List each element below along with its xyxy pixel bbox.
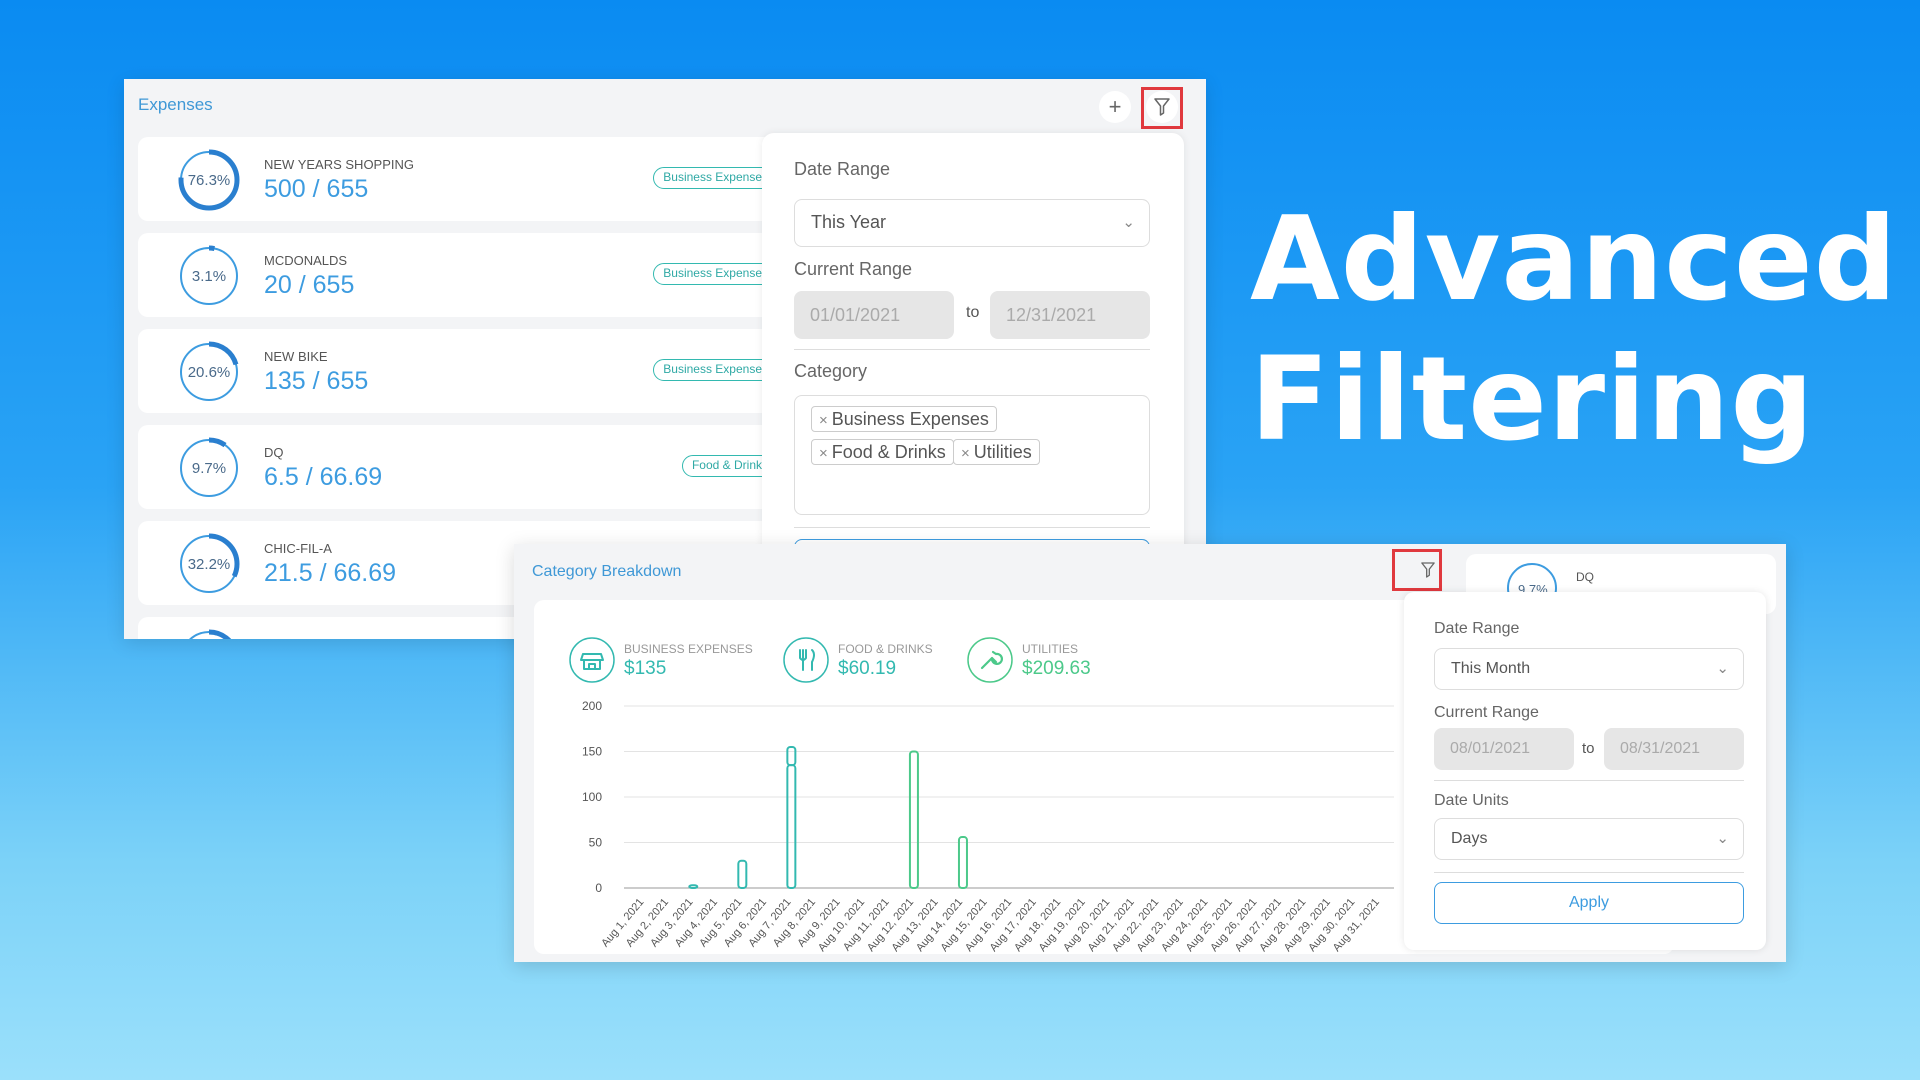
percent-label: [178, 629, 240, 639]
bar-chart: 050100150200Aug 1, 2021Aug 2, 2021Aug 3,…: [582, 699, 1394, 954]
expense-name: NEW YEARS SHOPPING: [264, 157, 415, 172]
bar: [957, 836, 968, 889]
to-label: to: [1582, 740, 1595, 757]
expense-card[interactable]: 3.1% MCDONALDS 20 / 655 Business Expenses: [138, 233, 798, 317]
start-date-field[interactable]: 08/01/2021: [1434, 728, 1574, 770]
hero-line-1: Advanced: [1250, 192, 1898, 327]
y-tick-label: 100: [582, 790, 602, 804]
expense-card[interactable]: 20.6% NEW BIKE 135 / 655 Business Expenses: [138, 329, 798, 413]
percent-label: 20.6%: [187, 363, 231, 381]
divider: [794, 349, 1150, 350]
plus-icon: +: [1108, 94, 1122, 119]
date-range-label: Date Range: [794, 159, 891, 179]
date-range-label: Date Range: [1434, 620, 1520, 637]
category-breakdown-title: Category Breakdown: [532, 563, 682, 580]
expense-name: DQ: [264, 445, 284, 460]
date-units-select[interactable]: Days ⌄: [1434, 818, 1744, 860]
category-tag: Business Expenses: [653, 359, 778, 381]
category-chip[interactable]: × Business Expenses: [811, 406, 997, 432]
category-tag: Business Expenses: [653, 167, 778, 189]
breakdown-filter-popover: Date Range This Month ⌄ Current Range 08…: [1404, 592, 1766, 950]
end-date-field[interactable]: 08/31/2021: [1604, 728, 1744, 770]
divider: [794, 527, 1150, 528]
end-date-field[interactable]: 12/31/2021: [990, 291, 1150, 339]
bar: [786, 764, 797, 889]
expense-value: 135 / 655: [264, 367, 369, 395]
category-breakdown-panel: Category Breakdown 9.7% DQ BUSINESS EXPE…: [514, 544, 1786, 962]
remove-icon[interactable]: ×: [819, 445, 828, 462]
expense-value: 6.5 / 66.69: [264, 463, 383, 491]
expense-name: CHIC-FIL-A: [264, 541, 332, 556]
percent-label: 9.7%: [191, 459, 227, 477]
date-range-value: This Month: [1451, 660, 1531, 677]
expense-name: NEW BIKE: [264, 349, 328, 364]
current-range-label: Current Range: [794, 259, 913, 279]
expenses-title: Expenses: [138, 95, 213, 114]
category-tag: Business Expenses: [653, 263, 778, 285]
y-tick-label: 200: [582, 699, 602, 713]
divider: [1434, 872, 1744, 873]
category-multiselect[interactable]: × Business Expenses × Food & Drinks × Utili…: [794, 395, 1150, 515]
expense-card[interactable]: 76.3% NEW YEARS SHOPPING 500 / 655 Business…: [138, 137, 798, 221]
date-range-value: This Year: [811, 212, 887, 232]
hero-line-2: Filtering: [1250, 332, 1815, 467]
y-tick-label: 0: [595, 881, 602, 895]
percent-label: 32.2%: [187, 555, 231, 573]
bar: [908, 750, 919, 889]
date-units-label: Date Units: [1434, 792, 1509, 809]
expense-value: 21.5 / 66.69: [264, 559, 397, 587]
chevron-down-icon: ⌄: [1122, 214, 1135, 231]
bar: [688, 884, 699, 889]
category-chip[interactable]: × Food & Drinks: [811, 439, 954, 465]
percent-label: 76.3%: [187, 171, 231, 189]
y-tick-label: 50: [589, 836, 603, 850]
apply-button[interactable]: Apply: [1434, 882, 1744, 924]
hero-title: Advanced Filtering: [1250, 190, 1898, 470]
to-label: to: [966, 304, 980, 321]
highlight-box: [1392, 549, 1442, 591]
category-chip[interactable]: × Utilities: [953, 439, 1040, 465]
date-range-select[interactable]: This Month ⌄: [1434, 648, 1744, 690]
remove-icon[interactable]: ×: [819, 412, 828, 429]
expense-card[interactable]: 9.7% DQ 6.5 / 66.69 Food & Drinks: [138, 425, 798, 509]
bar: [737, 859, 748, 890]
expense-value: 500 / 655: [264, 175, 369, 203]
y-tick-label: 150: [582, 745, 602, 759]
chevron-down-icon: ⌄: [1716, 660, 1729, 677]
chevron-down-icon: ⌄: [1716, 830, 1729, 847]
divider: [1434, 780, 1744, 781]
start-date-field[interactable]: 01/01/2021: [794, 291, 954, 339]
remove-icon[interactable]: ×: [961, 445, 970, 462]
bar: [786, 745, 797, 767]
expense-name: ASIA WOK: [264, 637, 328, 639]
expense-value: 20 / 655: [264, 271, 355, 299]
percent-label: 3.1%: [191, 267, 227, 285]
category-label: Category: [794, 361, 868, 381]
add-button[interactable]: +: [1099, 91, 1131, 123]
item-name: DQ: [1576, 570, 1594, 584]
current-range-label: Current Range: [1434, 704, 1539, 721]
highlight-box: [1141, 87, 1183, 129]
expense-name: MCDONALDS: [264, 253, 348, 268]
date-range-select[interactable]: This Year ⌄: [794, 199, 1150, 247]
date-units-value: Days: [1451, 830, 1488, 847]
